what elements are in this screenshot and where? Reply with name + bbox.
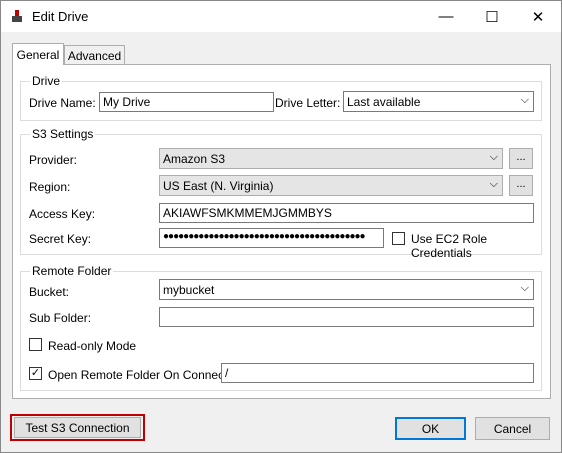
window-title: Edit Drive bbox=[32, 9, 89, 24]
provider-value: Amazon S3 bbox=[163, 152, 226, 166]
edit-drive-window: Edit Drive — ☐ ✕ General Advanced Drive … bbox=[0, 0, 562, 453]
provider-select[interactable]: Amazon S3 ⌵ bbox=[159, 148, 503, 169]
s3-group-label: S3 Settings bbox=[30, 127, 96, 141]
secret-key-label: Secret Key: bbox=[29, 232, 92, 246]
provider-browse-button[interactable]: ... bbox=[509, 148, 533, 169]
ok-button[interactable]: OK bbox=[395, 417, 466, 440]
tab-general-label: General bbox=[16, 47, 60, 62]
readonly-checkbox[interactable] bbox=[29, 338, 42, 351]
region-label: Region: bbox=[29, 180, 71, 194]
bucket-select[interactable]: mybucket ⌵ bbox=[159, 279, 534, 300]
chevron-down-icon: ⌵ bbox=[520, 94, 529, 106]
drive-group-label: Drive bbox=[30, 74, 63, 88]
chevron-down-icon: ⌵ bbox=[489, 178, 498, 190]
chevron-down-icon: ⌵ bbox=[489, 151, 498, 163]
tab-general[interactable]: General bbox=[12, 43, 64, 65]
tab-advanced[interactable]: Advanced bbox=[64, 45, 125, 65]
general-panel: Drive Drive Name: My Drive Drive Letter:… bbox=[12, 64, 551, 399]
drive-letter-value: Last available bbox=[347, 95, 421, 109]
subfolder-input[interactable] bbox=[159, 307, 534, 327]
cancel-button[interactable]: Cancel bbox=[475, 417, 550, 440]
open-remote-label: Open Remote Folder On Connect: bbox=[48, 368, 231, 382]
access-key-input[interactable]: AKIAWFSMKMMEMJGMMBYS bbox=[159, 203, 534, 223]
chevron-down-icon: ⌵ bbox=[520, 282, 529, 294]
tab-advanced-label: Advanced bbox=[67, 48, 122, 63]
minimize-button[interactable]: — bbox=[423, 1, 469, 32]
test-s3-connection-button[interactable]: Test S3 Connection bbox=[14, 417, 141, 438]
region-select[interactable]: US East (N. Virginia) ⌵ bbox=[159, 175, 503, 196]
app-icon bbox=[12, 10, 22, 22]
remote-group-label: Remote Folder bbox=[30, 264, 114, 278]
bucket-value: mybucket bbox=[163, 283, 215, 297]
drive-name-input[interactable]: My Drive bbox=[99, 92, 274, 112]
bucket-label: Bucket: bbox=[29, 285, 70, 299]
open-remote-checkbox[interactable]: ✓ bbox=[29, 367, 42, 380]
provider-label: Provider: bbox=[29, 153, 78, 167]
region-value: US East (N. Virginia) bbox=[163, 179, 274, 193]
maximize-button[interactable]: ☐ bbox=[469, 1, 515, 32]
drive-letter-label: Drive Letter: bbox=[275, 96, 341, 110]
checkmark-icon: ✓ bbox=[30, 367, 41, 379]
secret-key-input[interactable]: ●●●●●●●●●●●●●●●●●●●●●●●●●●●●●●●●●●●●●●●● bbox=[159, 228, 384, 248]
ec2-role-checkbox[interactable] bbox=[392, 232, 405, 245]
drive-letter-select[interactable]: Last available ⌵ bbox=[343, 91, 534, 112]
readonly-label: Read-only Mode bbox=[48, 339, 137, 353]
access-key-label: Access Key: bbox=[29, 207, 96, 221]
title-bar: Edit Drive — ☐ ✕ bbox=[1, 1, 561, 32]
region-browse-button[interactable]: ... bbox=[509, 175, 533, 196]
subfolder-label: Sub Folder: bbox=[29, 311, 92, 325]
ec2-role-label: Use EC2 Role Credentials bbox=[411, 232, 488, 260]
open-remote-path-input[interactable]: / bbox=[221, 363, 534, 383]
drive-name-label: Drive Name: bbox=[29, 96, 96, 110]
close-button[interactable]: ✕ bbox=[515, 1, 561, 32]
